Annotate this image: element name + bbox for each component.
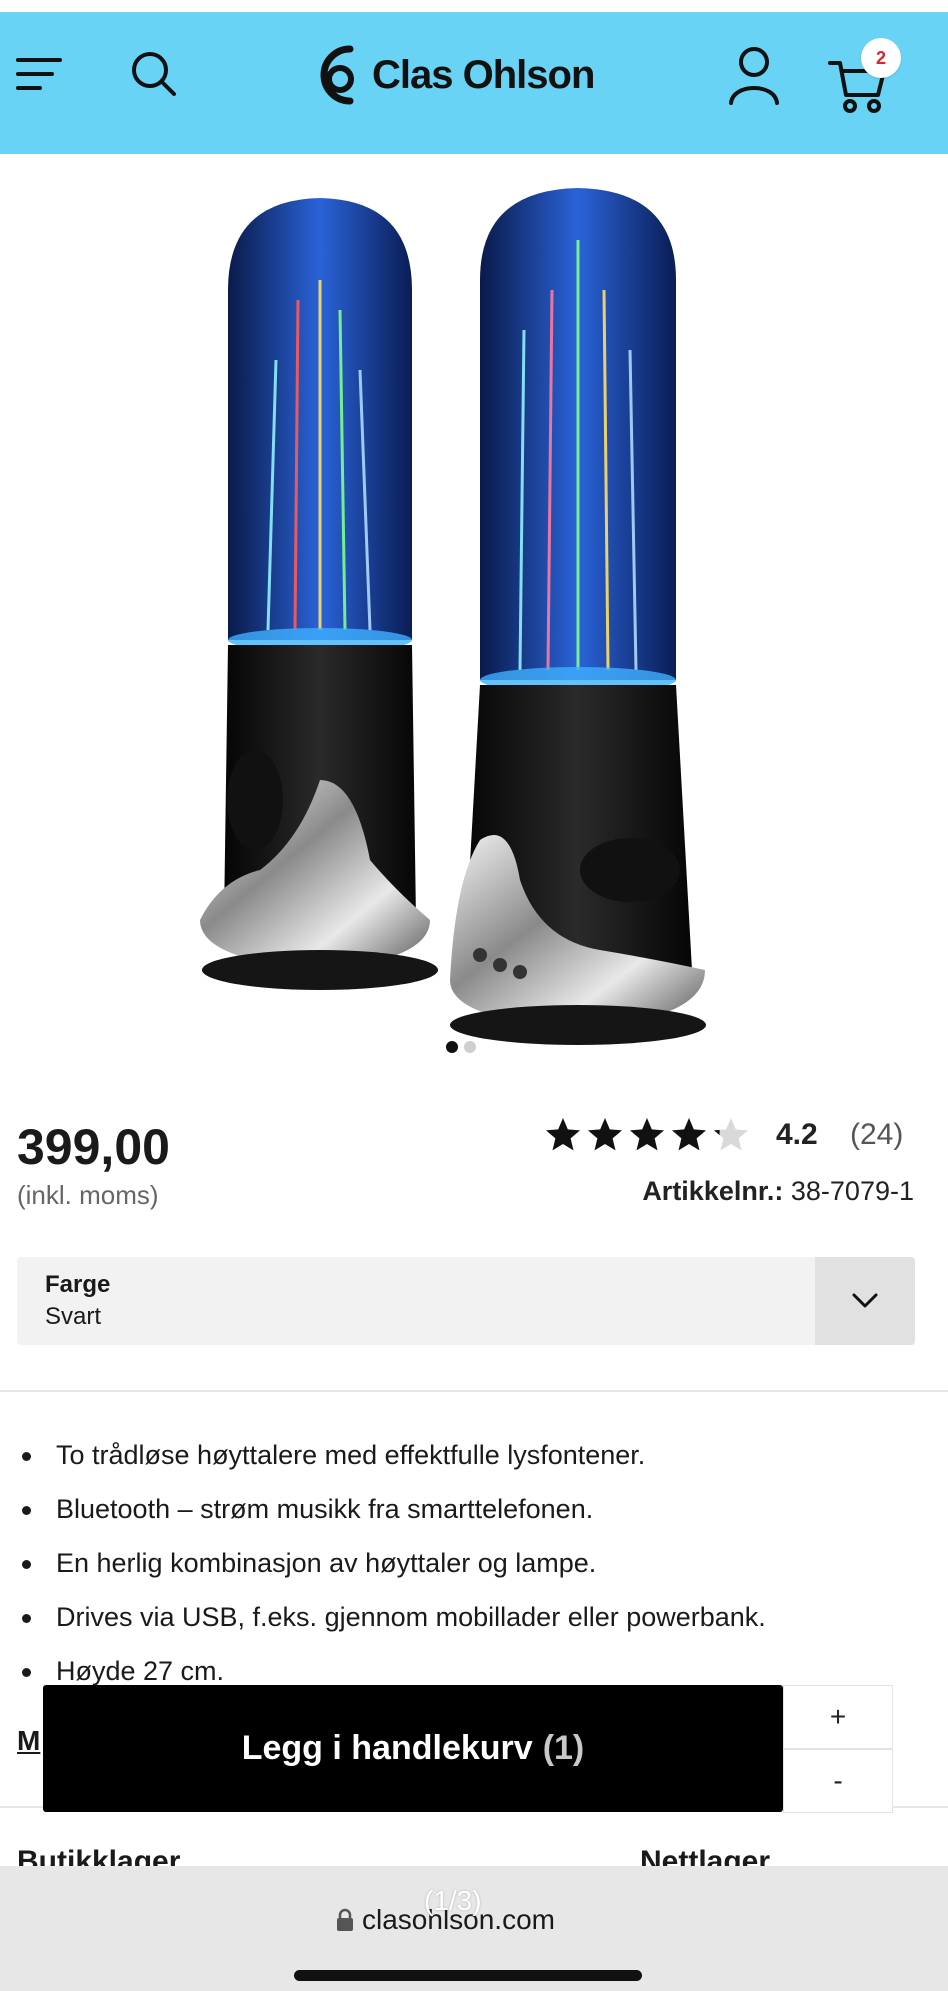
product-image[interactable] [180, 180, 740, 1050]
star-icon [630, 1118, 664, 1151]
status-strip [0, 0, 948, 12]
color-select[interactable]: Farge Svart [17, 1257, 915, 1345]
star-icon [546, 1118, 580, 1151]
menu-button[interactable] [10, 44, 70, 104]
logo-mark-icon [320, 45, 354, 105]
color-select-toggle[interactable] [815, 1257, 915, 1345]
read-more-link[interactable]: M [17, 1725, 40, 1757]
color-select-value: Svart [45, 1303, 102, 1330]
color-select-label: Farge [45, 1271, 111, 1298]
star-icon [588, 1118, 622, 1151]
search-button[interactable] [124, 44, 184, 104]
lock-icon [337, 1908, 353, 1931]
cart-count-badge: 2 [861, 38, 901, 78]
section-divider [0, 1390, 948, 1392]
feature-item: Drives via USB, f.eks. gjennom mobillade… [0, 1590, 948, 1644]
product-price: 399,00 [17, 1119, 170, 1175]
account-button[interactable] [722, 40, 786, 110]
rating-count[interactable]: (24) [850, 1118, 903, 1152]
feature-item: To trådløse høyttalere med effektfulle l… [0, 1428, 948, 1482]
rating-stars[interactable] [544, 1116, 750, 1154]
user-icon [729, 47, 779, 105]
gallery-pagination[interactable] [446, 1041, 476, 1053]
brand-logo[interactable]: Clas Ohlson [310, 40, 595, 110]
feature-item: En herlig kombinasjon av høyttaler og la… [0, 1536, 948, 1590]
fountain-speakers-illustration [200, 188, 706, 1045]
home-indicator[interactable] [294, 1970, 642, 1981]
article-number-label: Artikkelnr.: [642, 1176, 784, 1206]
rating-value: 4.2 [776, 1118, 818, 1151]
article-number-value: 38-7079-1 [790, 1176, 914, 1206]
gallery-dot-1[interactable] [446, 1041, 458, 1053]
add-to-cart-qty: (1) [542, 1729, 585, 1767]
gallery-dot-2[interactable] [464, 1041, 476, 1053]
star-icon [714, 1118, 748, 1151]
price-vat-note: (inkl. moms) [17, 1180, 159, 1210]
quantity-decrease-button[interactable]: - [783, 1749, 893, 1813]
article-number: Artikkelnr.: 38-7079-1 [642, 1176, 914, 1207]
star-icon [672, 1118, 706, 1151]
site-header: Clas Ohlson [0, 12, 948, 154]
add-to-cart-button[interactable]: Legg i handlekurv (1) [43, 1685, 783, 1812]
feature-item: Bluetooth – strøm musikk fra smarttelefo… [0, 1482, 948, 1536]
search-icon [132, 52, 176, 96]
quantity-increase-button[interactable]: + [783, 1685, 893, 1749]
hamburger-icon [16, 58, 62, 90]
page-counter: (1/3) [424, 1885, 482, 1916]
add-to-cart-label: Legg i handlekurv [241, 1729, 533, 1767]
feature-list: To trådløse høyttalere med effektfulle l… [0, 1428, 948, 1698]
brand-name: Clas Ohlson [372, 52, 595, 97]
chevron-down-icon [852, 1293, 878, 1308]
